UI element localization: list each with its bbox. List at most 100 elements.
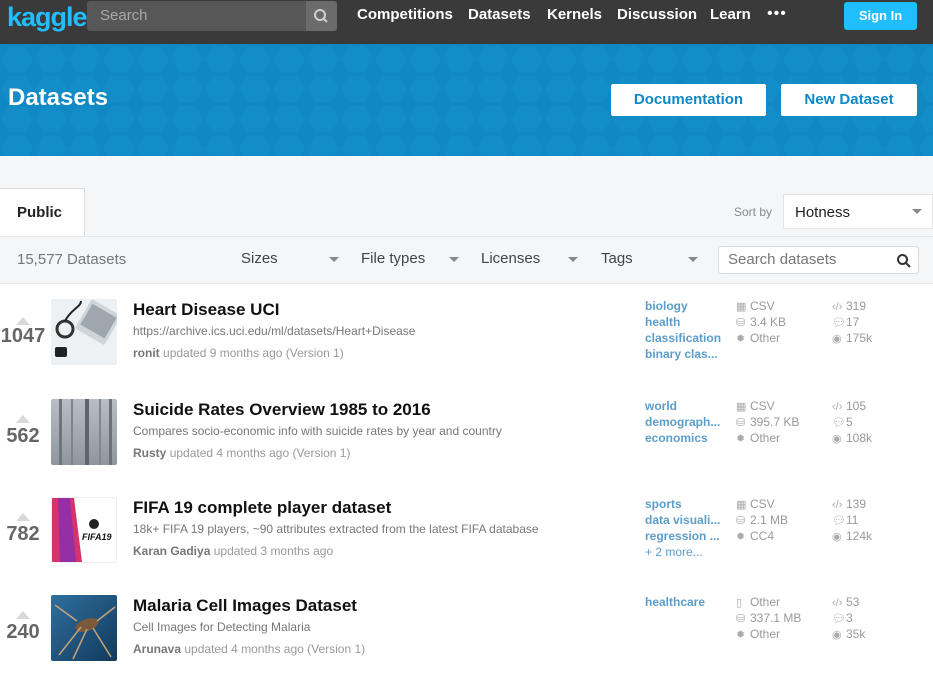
view-count: ◉ 35k bbox=[832, 627, 866, 641]
dataset-author[interactable]: Arunava bbox=[133, 642, 181, 656]
nav-discussion[interactable]: Discussion bbox=[617, 6, 697, 23]
dataset-thumbnail[interactable] bbox=[51, 595, 117, 661]
upvote-icon[interactable] bbox=[16, 415, 30, 423]
kernel-count: ‹/› 105 bbox=[832, 399, 867, 413]
comment-count: 💬︎17 bbox=[832, 315, 860, 329]
dataset-title[interactable]: Suicide Rates Overview 1985 to 2016 bbox=[133, 400, 431, 420]
site-search-input[interactable]: Search bbox=[100, 7, 148, 24]
chevron-down-icon[interactable] bbox=[688, 257, 698, 262]
fifa-cover-image bbox=[52, 498, 116, 562]
dataset-author[interactable]: ronit bbox=[133, 346, 160, 360]
nav-datasets[interactable]: Datasets bbox=[468, 6, 531, 23]
dataset-thumbnail[interactable] bbox=[51, 299, 117, 365]
chevron-down-icon[interactable] bbox=[568, 257, 578, 262]
dataset-meta: Rusty updated 4 months ago (Version 1) bbox=[133, 446, 350, 460]
tag-link[interactable]: demograph... bbox=[645, 415, 720, 429]
dataset-meta: Arunava updated 4 months ago (Version 1) bbox=[133, 642, 365, 656]
table-icon: ▦ bbox=[736, 401, 747, 413]
tag-link[interactable]: sports bbox=[645, 497, 682, 511]
dataset-title[interactable]: Malaria Cell Images Dataset bbox=[133, 596, 357, 616]
comment-icon: 💬︎ bbox=[832, 317, 846, 329]
search-icon[interactable] bbox=[896, 253, 912, 269]
tag-link[interactable]: biology bbox=[645, 299, 688, 313]
view-count: ◉ 175k bbox=[832, 331, 873, 345]
dataset-thumbnail[interactable]: FIFA19 bbox=[51, 497, 117, 563]
dataset-meta: Karan Gadiya updated 3 months ago bbox=[133, 544, 333, 558]
filter-tags[interactable]: Tags bbox=[601, 250, 633, 267]
search-button[interactable] bbox=[306, 1, 337, 31]
vote-count: 782 bbox=[6, 523, 40, 545]
tag-link[interactable]: world bbox=[645, 399, 677, 413]
dataset-author[interactable]: Rusty bbox=[133, 446, 166, 460]
dataset-search-placeholder: Search datasets bbox=[728, 251, 837, 268]
tab-public-label: Public bbox=[17, 204, 63, 221]
gear-icon: ✹ bbox=[736, 333, 746, 345]
dataset-meta: ronit updated 9 months ago (Version 1) bbox=[133, 346, 344, 360]
kaggle-logo[interactable]: kaggle bbox=[7, 2, 88, 33]
sign-in-button[interactable]: Sign In bbox=[844, 2, 917, 30]
documentation-button[interactable]: Documentation bbox=[611, 84, 766, 116]
filter-licenses[interactable]: Licenses bbox=[481, 250, 540, 267]
dataset-updated: updated 4 months ago (Version 1) bbox=[169, 446, 351, 460]
file-size: ⛁ 395.7 KB bbox=[736, 415, 800, 429]
dataset-thumbnail[interactable] bbox=[51, 399, 117, 465]
dataset-title[interactable]: Heart Disease UCI bbox=[133, 300, 279, 320]
nav-learn[interactable]: Learn bbox=[710, 6, 751, 23]
filter-file-types[interactable]: File types bbox=[361, 250, 425, 267]
dataset-title[interactable]: FIFA 19 complete player dataset bbox=[133, 498, 391, 518]
dataset-row[interactable]: 1047 Heart Disease UCI https://archive.i… bbox=[0, 285, 933, 383]
tag-link[interactable]: healthcare bbox=[645, 595, 705, 609]
dataset-updated: updated 9 months ago (Version 1) bbox=[163, 346, 344, 360]
upvote-icon[interactable] bbox=[16, 513, 30, 521]
eye-icon: ◉ bbox=[832, 629, 842, 641]
dataset-subtitle: https://archive.ics.uci.edu/ml/datasets/… bbox=[133, 324, 416, 338]
new-dataset-button[interactable]: New Dataset bbox=[781, 84, 917, 116]
kernel-count: ‹/› 319 bbox=[832, 299, 867, 313]
upvote-icon[interactable] bbox=[16, 611, 30, 619]
dataset-author[interactable]: Karan Gadiya bbox=[133, 544, 210, 558]
tag-link[interactable]: classification bbox=[645, 331, 721, 345]
more-menu-icon[interactable]: ••• bbox=[767, 5, 787, 23]
sort-by-label: Sort by bbox=[734, 205, 773, 219]
dataset-row[interactable]: 240 Malaria Cell Images Dataset Cell Ima… bbox=[0, 581, 933, 678]
site-search[interactable]: Search bbox=[87, 1, 337, 31]
sort-select[interactable]: Hotness bbox=[783, 194, 933, 229]
dataset-row[interactable]: 562 Suicide Rates Overview 1985 to 2016 … bbox=[0, 385, 933, 483]
tag-link[interactable]: data visuali... bbox=[645, 513, 720, 527]
dataset-updated: updated 3 months ago bbox=[213, 544, 334, 558]
file-type: ▦ CSV bbox=[736, 497, 775, 511]
page-title: Datasets bbox=[8, 84, 109, 111]
dataset-search-input[interactable]: Search datasets bbox=[718, 246, 919, 274]
more-tags-link[interactable]: + 2 more... bbox=[645, 545, 703, 559]
view-count: ◉ 108k bbox=[832, 431, 873, 445]
file-icon: ▯ bbox=[736, 597, 743, 609]
nav-kernels[interactable]: Kernels bbox=[547, 6, 602, 23]
comment-icon: 💬︎ bbox=[832, 613, 846, 625]
filter-sizes[interactable]: Sizes bbox=[241, 250, 278, 267]
vote-count: 1047 bbox=[0, 325, 46, 347]
vote-count: 240 bbox=[6, 621, 40, 643]
nav-competitions[interactable]: Competitions bbox=[357, 6, 453, 23]
chevron-down-icon[interactable] bbox=[329, 257, 339, 262]
comment-count: 💬︎3 bbox=[832, 611, 853, 625]
kernel-count: ‹/› 139 bbox=[832, 497, 867, 511]
license: ✹ Other bbox=[736, 331, 781, 345]
gear-icon: ✹ bbox=[736, 433, 746, 445]
vote-count: 562 bbox=[6, 425, 40, 447]
drive-icon: ⛁ bbox=[736, 515, 746, 527]
dataset-row[interactable]: 782 FIFA19 FIFA 19 complete player datas… bbox=[0, 483, 933, 581]
eye-icon: ◉ bbox=[832, 531, 842, 543]
tag-link[interactable]: binary clas... bbox=[645, 347, 718, 361]
upvote-icon[interactable] bbox=[16, 317, 30, 325]
code-icon: ‹/› bbox=[832, 401, 843, 413]
mosquito-image bbox=[51, 595, 117, 661]
license: ✹ CC4 bbox=[736, 529, 775, 543]
tab-public[interactable]: Public bbox=[0, 188, 85, 236]
tag-link[interactable]: economics bbox=[645, 431, 708, 445]
laptop-stethoscope-image bbox=[51, 299, 117, 365]
gear-icon: ✹ bbox=[736, 629, 746, 641]
tag-link[interactable]: regression ... bbox=[645, 529, 720, 543]
file-type: ▦ CSV bbox=[736, 399, 775, 413]
chevron-down-icon[interactable] bbox=[449, 257, 459, 262]
tag-link[interactable]: health bbox=[645, 315, 680, 329]
